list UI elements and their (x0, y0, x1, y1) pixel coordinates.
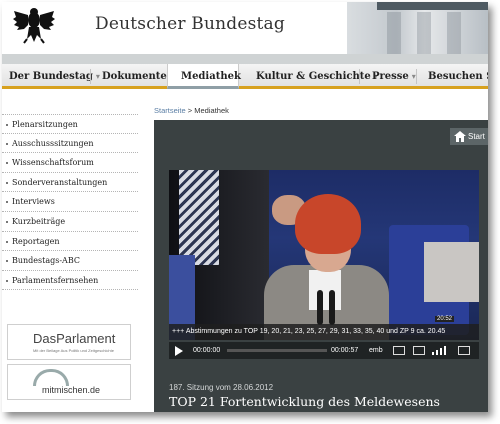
video-overlay-time: 20:52 (435, 316, 455, 322)
sidebar-item-sonderveranstaltungen[interactable]: Sonderveranstaltungen (2, 173, 138, 193)
browser-frame: Deutscher Bundestag Der Bundestag ▾ Dokum… (2, 2, 488, 412)
site-title[interactable]: Deutscher Bundestag (95, 14, 285, 34)
quality-bars-icon[interactable] (432, 346, 446, 355)
nav-label: Mediathek (181, 71, 241, 82)
video-player[interactable]: 20:52 +++ Abstimmungen zu TOP 19, 20, 21… (169, 170, 479, 340)
breadcrumb-home-link[interactable]: Startseite (154, 106, 186, 115)
video-ticker: +++ Abstimmungen zu TOP 19, 20, 21, 23, … (169, 324, 479, 340)
embed-button[interactable]: emb (369, 342, 383, 359)
start-label: Start (468, 132, 485, 141)
nav-item-mediathek[interactable]: Mediathek (167, 64, 241, 89)
current-time: 00:00:00 (193, 347, 221, 354)
nav-item-presse[interactable]: Presse ▾ (372, 64, 416, 89)
nav-label: Dokumente (102, 71, 167, 82)
nav-label: Besuchen Sie (428, 71, 488, 82)
sidebar-item-plenarsitzungen[interactable]: Plenarsitzungen (2, 114, 138, 134)
subtitles-icon[interactable] (393, 346, 405, 355)
breadcrumb-separator: > (187, 106, 193, 115)
mitmischen-promo[interactable]: mitmischen.de (7, 364, 131, 400)
duration: 00:00:57 (331, 347, 359, 354)
sidebar-item-parlamentsfernsehen[interactable]: Parlamentsfernsehen (2, 271, 138, 291)
nav-item-dokumente[interactable]: Dokumente▾ (102, 64, 174, 89)
sidebar-item-reportagen[interactable]: Reportagen (2, 232, 138, 252)
das-parlament-promo[interactable]: DasParlament Mit der Beilage Aus Politik… (7, 324, 131, 360)
breadcrumb: Startseite > Mediathek (154, 106, 229, 115)
nav-item-der-bundestag[interactable]: Der Bundestag ▾ (9, 64, 100, 89)
breadcrumb-current: Mediathek (194, 106, 229, 115)
federal-eagle-icon[interactable] (12, 5, 56, 45)
sidebar-item-interviews[interactable]: Interviews (2, 192, 138, 212)
site-header: Deutscher Bundestag (2, 2, 488, 54)
sidebar-item-ausschusssitzungen[interactable]: Ausschusssitzungen (2, 134, 138, 154)
chevron-down-icon: ▾ (95, 71, 100, 81)
sidebar-nav: Plenarsitzungen Ausschusssitzungen Wisse… (2, 114, 142, 291)
sidebar-item-bundestags-abc[interactable]: Bundestags-ABC (2, 251, 138, 271)
main-navigation: Der Bundestag▾ Dokumente▾ Mediathek Kult… (2, 64, 488, 89)
das-parlament-logo: DasParlament (33, 331, 116, 346)
fullscreen-icon[interactable] (458, 346, 470, 355)
nav-label: Kultur & Geschichte (256, 71, 371, 82)
mitmischen-logo: mitmischen.de (42, 385, 101, 395)
nav-item-besuchen-sie[interactable]: Besuchen Sie (428, 64, 488, 89)
mail-icon[interactable] (413, 346, 425, 355)
play-icon[interactable] (175, 346, 183, 356)
media-panel: Start 20:52 +++ Abstimmungen zu TOP 19, … (154, 120, 488, 412)
nav-spacer (2, 54, 488, 64)
sidebar-item-kurzbeitraege[interactable]: Kurzbeiträge (2, 212, 138, 232)
progress-bar[interactable] (227, 349, 327, 352)
home-icon (454, 131, 466, 142)
video-title[interactable]: TOP 21 Fortentwicklung des Meldewesens (169, 394, 440, 409)
player-controls: 00:00:00 00:00:57 emb (169, 342, 479, 359)
ticker-text: +++ Abstimmungen zu TOP 19, 20, 21, 23, … (172, 328, 446, 335)
das-parlament-tagline: Mit der Beilage Aus Politik und Zeitgesc… (33, 348, 114, 353)
header-photo (347, 2, 488, 54)
signal-arc-icon (33, 369, 69, 386)
nav-label: Der Bundestag (9, 71, 93, 82)
start-button[interactable]: Start (450, 128, 488, 145)
sidebar-item-wissenschaftsforum[interactable]: Wissenschaftsforum (2, 153, 138, 173)
nav-label: Presse (372, 71, 409, 82)
session-info: 187. Sitzung vom 28.06.2012 (169, 383, 274, 392)
